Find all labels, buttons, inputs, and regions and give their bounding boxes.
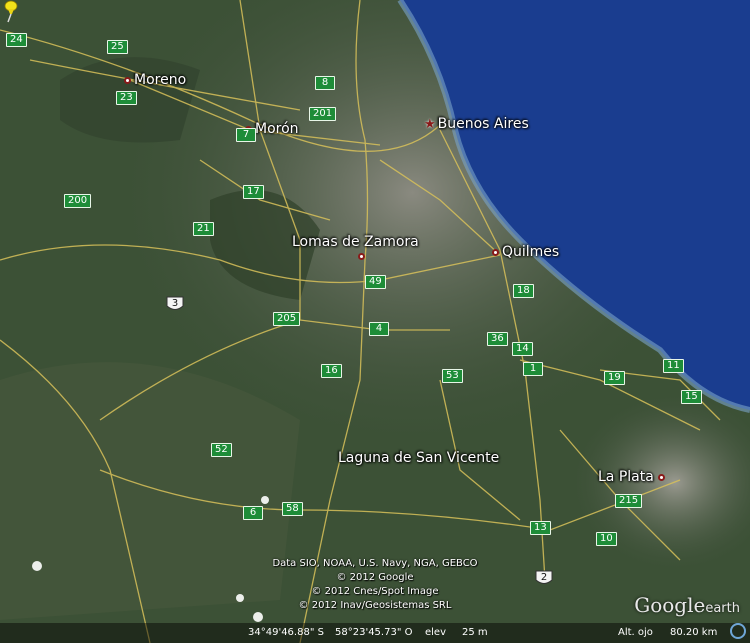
longitude-readout: 58°23'45.73" O: [335, 627, 413, 638]
lomas-marker: [358, 248, 368, 264]
road-shield: 215: [615, 494, 643, 508]
road-shield: 18: [513, 284, 534, 298]
eye-altitude-value: 80.20 km: [670, 627, 718, 638]
road-shield: 13: [530, 521, 551, 535]
road-shield: 1: [523, 362, 543, 376]
road-shield: 16: [321, 364, 342, 378]
road-shield: 7: [236, 128, 256, 142]
city-marker-icon: [657, 473, 665, 481]
google-earth-logo: Googleearth: [634, 593, 740, 617]
placemark-label[interactable]: Laguna de San Vicente: [338, 450, 499, 466]
capital-star-icon: ★: [424, 117, 436, 132]
road-shield: 49: [365, 275, 386, 289]
road-shield: 36: [487, 332, 508, 346]
road-shield: 200: [64, 194, 92, 208]
place-quilmes[interactable]: Quilmes: [492, 244, 559, 260]
road-shield: 10: [596, 532, 617, 546]
road-shield: 14: [512, 342, 533, 356]
road-shield: 52: [211, 443, 232, 457]
road-shield: 205: [273, 312, 301, 326]
attribution-line: Data SIO, NOAA, U.S. Navy, NGA, GEBCO: [272, 558, 478, 569]
elevation-label: elev: [425, 627, 447, 638]
road-shield: 15: [681, 390, 702, 404]
eye-altitude-label: Alt. ojo: [618, 627, 653, 638]
road-shield: 4: [369, 322, 389, 336]
city-marker-icon: [358, 252, 365, 260]
latitude-readout: 34°49'46.88" S: [248, 627, 324, 638]
national-route-shield: 3: [166, 296, 184, 313]
attribution-line: © 2012 Google: [336, 572, 414, 583]
road-shield: 58: [282, 502, 303, 516]
city-marker-icon: [124, 76, 131, 84]
road-shield: 201: [309, 107, 337, 121]
road-shield: 19: [604, 371, 625, 385]
navigation-ring-icon[interactable]: [730, 623, 746, 639]
road-shield: 6: [243, 506, 263, 520]
place-la-plata[interactable]: La Plata: [598, 469, 668, 485]
road-shield: 24: [6, 33, 27, 47]
status-bar: 34°49'46.88" S 58°23'45.73" O elev 25 m …: [0, 623, 750, 643]
place-moreno[interactable]: Moreno: [124, 72, 186, 88]
city-marker-icon: [492, 248, 499, 256]
road-shield: 25: [107, 40, 128, 54]
road-shield: 21: [193, 222, 214, 236]
elevation-value: 25 m: [462, 627, 488, 638]
road-shield: 23: [116, 91, 137, 105]
road-shield: 17: [243, 185, 264, 199]
road-shield: 8: [315, 76, 335, 90]
yellow-pushpin-icon[interactable]: [0, 0, 20, 24]
map-view[interactable]: Moreno Morón ★ Buenos Aires Lomas de Zamo…: [0, 0, 750, 643]
road-shield: 11: [663, 359, 684, 373]
place-lomas-de-zamora[interactable]: Lomas de Zamora: [292, 234, 419, 250]
place-buenos-aires[interactable]: ★ Buenos Aires: [424, 116, 529, 132]
road-shield: 53: [442, 369, 463, 383]
